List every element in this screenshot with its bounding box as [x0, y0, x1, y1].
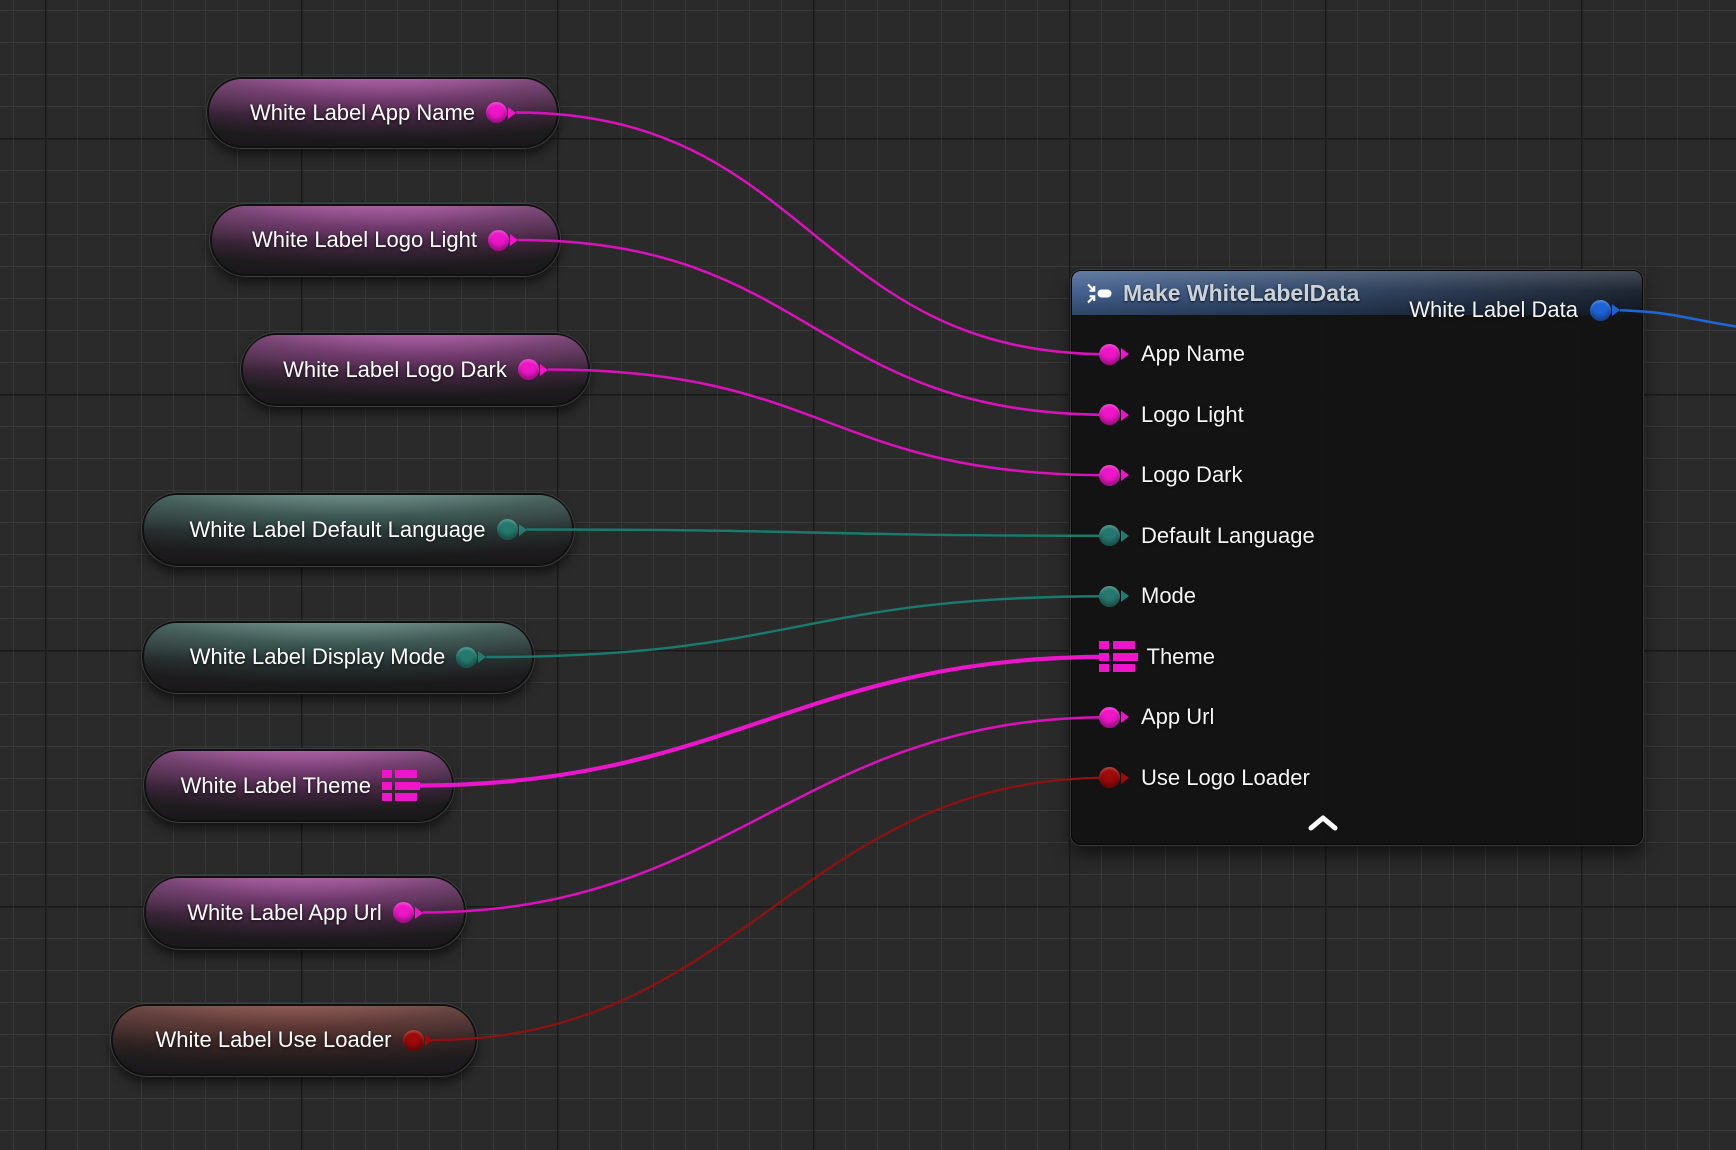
pin-arrow-icon [1121, 772, 1129, 784]
variable-output-pin-white-label-default-language[interactable] [497, 519, 527, 540]
make-struct-icon [1086, 282, 1113, 305]
pin-circle-icon [1099, 465, 1120, 486]
variable-node-white-label-default-language[interactable]: White Label Default Language [142, 493, 574, 566]
variable-output-pin-white-label-use-loader[interactable] [403, 1030, 433, 1051]
input-pin-use-logo-loader[interactable] [1099, 767, 1129, 788]
variable-node-label: White Label Use Loader [155, 1029, 391, 1051]
wire-white-label-logo-light-to-logo-light[interactable] [518, 240, 1109, 415]
input-pin-row-logo-light: Logo Light [1072, 385, 1642, 446]
pin-arrow-icon [540, 364, 548, 376]
pin-circle-icon [1099, 525, 1120, 546]
pin-circle-icon [486, 102, 507, 123]
pin-circle-icon [488, 230, 509, 251]
pin-circle-icon [497, 519, 518, 540]
variable-node-label: White Label App Url [187, 902, 381, 924]
output-pin-white-label-data[interactable] [1590, 300, 1620, 321]
wire-white-label-logo-dark-to-logo-dark[interactable] [548, 370, 1109, 476]
variable-output-pin-white-label-logo-dark[interactable] [518, 359, 548, 380]
pin-arrow-icon [415, 907, 423, 919]
variable-node-label: White Label Logo Light [252, 229, 477, 251]
make-whitelabeldata-node[interactable]: Make WhiteLabelData App Name Logo Light … [1071, 270, 1643, 845]
pin-arrow-icon [425, 1034, 433, 1046]
pin-arrow-icon [1121, 348, 1129, 360]
pin-arrow-icon [1612, 304, 1620, 316]
input-pin-logo-dark[interactable] [1099, 465, 1129, 486]
wire-white-label-app-name-to-app-name[interactable] [516, 113, 1109, 355]
wire-white-label-default-language-to-default-language[interactable] [527, 530, 1110, 536]
input-pin-row-default-language: Default Language [1072, 506, 1642, 567]
blueprint-graph-canvas[interactable]: White Label App Name White Label Logo Li… [0, 0, 1736, 1150]
input-pin-label: Theme [1147, 646, 1215, 668]
collapse-node-button[interactable] [1303, 810, 1343, 836]
input-pin-label: Mode [1141, 585, 1196, 607]
struct-pin-icon [1099, 641, 1135, 672]
variable-output-pin-white-label-logo-light[interactable] [488, 230, 518, 251]
variable-node-white-label-logo-light[interactable]: White Label Logo Light [210, 204, 560, 276]
variable-node-label: White Label Display Mode [190, 646, 446, 668]
pin-arrow-icon [508, 107, 516, 119]
wire-white-label-use-loader-to-use-logo-loader[interactable] [433, 778, 1109, 1040]
variable-output-pin-white-label-app-url[interactable] [393, 902, 423, 923]
input-pin-app-name[interactable] [1099, 344, 1129, 365]
pin-arrow-icon [478, 651, 486, 663]
variable-node-label: White Label Logo Dark [283, 359, 507, 381]
variable-node-white-label-use-loader[interactable]: White Label Use Loader [111, 1004, 477, 1076]
pin-circle-icon [456, 647, 477, 668]
output-pin-row: White Label Data [1409, 280, 1620, 341]
variable-node-white-label-display-mode[interactable]: White Label Display Mode [142, 621, 534, 693]
pin-circle-icon [1099, 707, 1120, 728]
input-pin-mode[interactable] [1099, 586, 1129, 607]
input-pin-label: Use Logo Loader [1141, 767, 1310, 789]
input-pin-label: Default Language [1141, 525, 1315, 547]
pin-circle-icon [1590, 300, 1611, 321]
pin-arrow-icon [1121, 530, 1129, 542]
variable-node-label: White Label Theme [181, 775, 371, 797]
input-pin-row-app-url: App Url [1072, 687, 1642, 748]
input-pin-default-language[interactable] [1099, 525, 1129, 546]
variable-node-label: White Label App Name [250, 102, 475, 124]
pin-circle-icon [393, 902, 414, 923]
input-pin-logo-light[interactable] [1099, 404, 1129, 425]
pin-circle-icon [1099, 404, 1120, 425]
input-pin-label: App Url [1141, 706, 1214, 728]
pin-circle-icon [403, 1030, 424, 1051]
wire-white-label-display-mode-to-mode[interactable] [486, 596, 1109, 657]
input-pin-row-logo-dark: Logo Dark [1072, 445, 1642, 506]
input-pin-row-theme: Theme [1072, 627, 1642, 688]
make-node-title: Make WhiteLabelData [1123, 280, 1359, 307]
pin-circle-icon [518, 359, 539, 380]
wire-white-label-app-url-to-app-url[interactable] [423, 717, 1109, 912]
variable-output-pin-white-label-display-mode[interactable] [456, 647, 486, 668]
variable-node-white-label-logo-dark[interactable]: White Label Logo Dark [241, 333, 590, 406]
input-pin-label: Logo Dark [1141, 464, 1243, 486]
input-pin-label: Logo Light [1141, 404, 1244, 426]
make-node-body: App Name Logo Light Logo Dark Default La… [1072, 315, 1642, 808]
pin-circle-icon [1099, 344, 1120, 365]
input-pin-row-mode: Mode [1072, 566, 1642, 627]
output-pin-label: White Label Data [1409, 299, 1578, 321]
pin-arrow-icon [1121, 590, 1129, 602]
pin-arrow-icon [519, 524, 527, 536]
variable-node-white-label-theme[interactable]: White Label Theme [144, 749, 454, 822]
variable-node-label: White Label Default Language [190, 519, 486, 541]
variable-node-white-label-app-name[interactable]: White Label App Name [207, 77, 559, 148]
pin-arrow-icon [510, 234, 518, 246]
pin-arrow-icon [1121, 711, 1129, 723]
input-pin-app-url[interactable] [1099, 707, 1129, 728]
variable-output-pin-white-label-theme[interactable] [382, 770, 418, 801]
input-pin-row-use-logo-loader: Use Logo Loader [1072, 748, 1642, 809]
pin-circle-icon [1099, 767, 1120, 788]
pin-arrow-icon [1121, 409, 1129, 421]
pin-circle-icon [1099, 586, 1120, 607]
chevron-up-icon [1306, 815, 1340, 831]
pin-arrow-icon [1121, 469, 1129, 481]
input-pin-theme[interactable] [1099, 641, 1135, 672]
input-pin-label: App Name [1141, 343, 1245, 365]
variable-node-white-label-app-url[interactable]: White Label App Url [144, 876, 466, 949]
variable-output-pin-white-label-app-name[interactable] [486, 102, 516, 123]
struct-pin-icon [382, 770, 418, 801]
